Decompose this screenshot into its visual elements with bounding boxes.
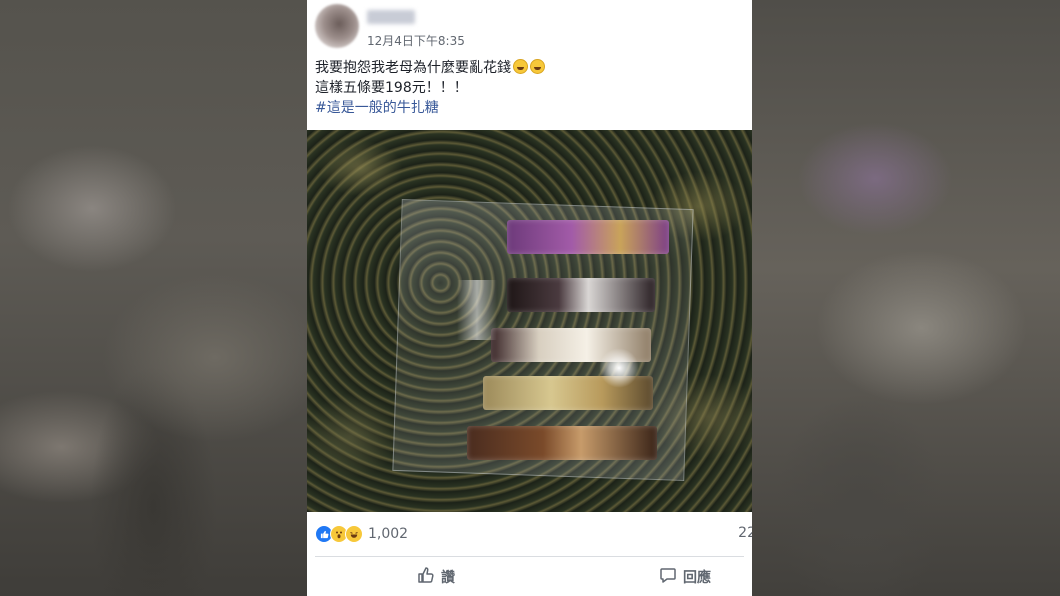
comment-count[interactable]: 22: [738, 525, 752, 541]
reaction-count: 1,002: [368, 526, 409, 542]
post-actions: 讚 回應: [307, 563, 752, 591]
post-photo[interactable]: [307, 130, 752, 512]
blurred-backdrop-left: [0, 0, 307, 596]
post-body: 我要抱怨我老母為什麼要亂花錢 這樣五條要198元！！！ #這是一般的牛扎糖: [315, 58, 545, 118]
post-text-line-2: 這樣五條要198元！！！: [315, 80, 468, 96]
nougat-bar-brown: [467, 426, 657, 460]
post-timestamp[interactable]: 12月4日下午8:35: [367, 32, 465, 49]
avatar[interactable]: [315, 4, 359, 48]
username-redacted[interactable]: [367, 10, 415, 24]
comment-bubble-icon: [659, 566, 683, 588]
comment-label: 回應: [683, 570, 711, 586]
like-label: 讚: [441, 570, 455, 586]
hashtag-link[interactable]: #這是一般的牛扎糖: [315, 98, 545, 118]
crying-emoji-icon: [513, 59, 528, 74]
divider: [315, 556, 744, 557]
like-button[interactable]: 讚: [417, 563, 455, 591]
post-text-content-1: 我要抱怨我老母為什麼要亂花錢: [315, 60, 511, 76]
post-text-line-1: 我要抱怨我老母為什麼要亂花錢: [315, 58, 545, 78]
flash-glare: [599, 348, 639, 388]
thumbs-up-icon: [417, 566, 441, 588]
light-reflection: [457, 280, 497, 340]
nougat-bar-dark: [507, 278, 655, 312]
nougat-bar-purple: [507, 220, 669, 254]
comment-button[interactable]: 回應: [659, 563, 711, 591]
crying-emoji-icon: [530, 59, 545, 74]
facebook-post-card: 12月4日下午8:35 我要抱怨我老母為什麼要亂花錢 這樣五條要198元！！！ …: [307, 0, 752, 596]
blurred-backdrop-right: [752, 0, 1060, 596]
haha-reaction-icon: [345, 525, 363, 543]
reactions-summary[interactable]: 1,002: [315, 524, 408, 544]
